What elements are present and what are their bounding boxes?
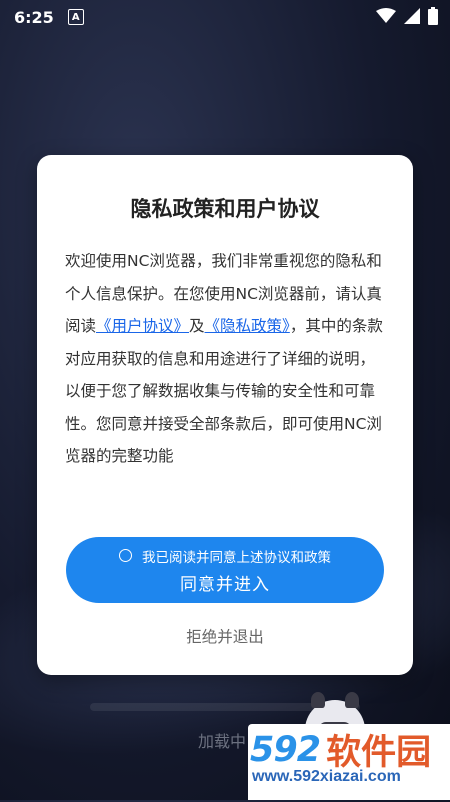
radio-circle-icon[interactable] [119,549,132,562]
watermark-logo: 592 软件园 www.592xiazai.com [248,724,450,800]
dialog-body: 欢迎使用NC浏览器，我们非常重视您的隐私和个人信息保护。在您使用NC浏览器前，请… [65,245,390,473]
status-icons [376,7,438,25]
privacy-policy-link[interactable]: 《隐私政策》 [205,317,290,335]
mascot-ear-right [345,692,359,708]
watermark-number: 592 [250,729,321,770]
battery-icon [428,7,438,25]
loading-text: 加载中 [198,732,247,751]
user-agreement-link[interactable]: 《用户协议》 [96,317,189,335]
agree-checkbox-label: 我已阅读并同意上述协议和政策 [142,549,331,566]
body-text-and: 及 [189,317,205,335]
status-time: 6:25 [14,7,54,27]
agree-checkbox-row[interactable]: 我已阅读并同意上述协议和政策 [119,546,331,566]
watermark-url: www.592xiazai.com [252,768,401,785]
signal-icon [404,8,420,24]
notification-a-icon: A [67,9,84,25]
privacy-dialog: 隐私政策和用户协议 欢迎使用NC浏览器，我们非常重视您的隐私和个人信息保护。在您… [37,155,413,675]
mascot-ear-left [311,692,325,708]
body-text-part2: ，其中的条款对应用获取的信息和用途进行了详细的说明，以便于您了解数据收集与传输的… [65,317,383,465]
agree-button-label: 同意并进入 [180,574,270,595]
dialog-title: 隐私政策和用户协议 [130,197,320,221]
wifi-icon [376,8,396,24]
reject-exit-button[interactable]: 拒绝并退出 [37,625,413,647]
agree-button[interactable]: 我已阅读并同意上述协议和政策 同意并进入 [66,537,384,603]
status-bar: 6:25 A [0,0,450,34]
